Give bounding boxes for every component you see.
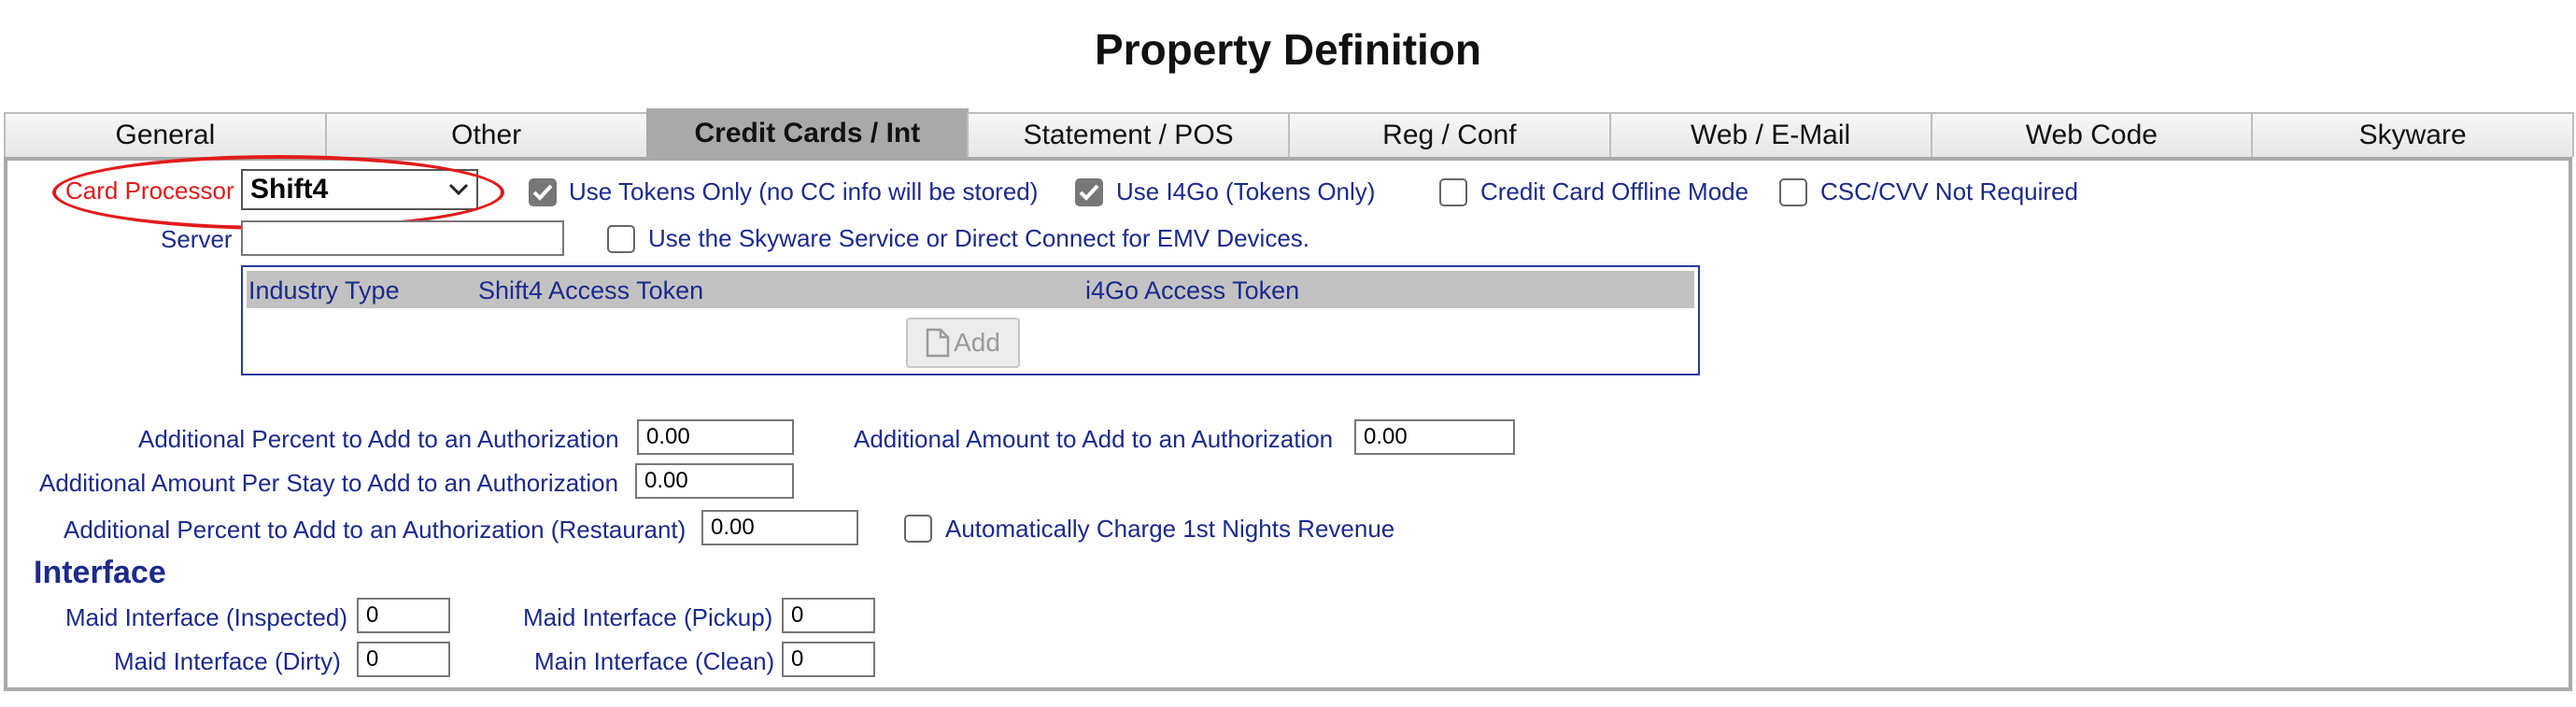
maid-pickup-label: Maid Interface (Pickup) bbox=[523, 603, 773, 631]
use-tokens-only-checkbox[interactable] bbox=[529, 178, 557, 206]
tab-general[interactable]: General bbox=[4, 112, 327, 157]
csc-not-required-checkbox[interactable] bbox=[1779, 178, 1807, 206]
main-clean-label: Main Interface (Clean) bbox=[534, 647, 775, 675]
tab-statement-pos[interactable]: Statement / POS bbox=[967, 112, 1290, 157]
auth-restaurant-input[interactable] bbox=[701, 510, 858, 545]
use-i4go-label: Use I4Go (Tokens Only) bbox=[1116, 177, 1376, 205]
auth-per-stay-label: Additional Amount Per Stay to Add to an … bbox=[39, 469, 619, 497]
tab-bar: General Other Credit Cards / Int Stateme… bbox=[4, 108, 2574, 159]
csc-not-required-label: CSC/CVV Not Required bbox=[1820, 177, 2078, 205]
auth-percent-input[interactable] bbox=[637, 419, 794, 455]
add-button-label: Add bbox=[954, 328, 1000, 357]
page-title: Property Definition bbox=[1094, 25, 1482, 74]
tab-reg-conf[interactable]: Reg / Conf bbox=[1288, 112, 1611, 157]
skyware-service-checkbox[interactable] bbox=[607, 225, 635, 253]
skyware-service-label: Use the Skyware Service or Direct Connec… bbox=[648, 224, 1310, 252]
token-table: Industry Type Shift4 Access Token i4Go A… bbox=[241, 265, 1700, 375]
card-processor-select[interactable]: Shift4 bbox=[241, 169, 478, 210]
maid-inspected-label: Maid Interface (Inspected) bbox=[65, 603, 348, 631]
tab-web-code[interactable]: Web Code bbox=[1930, 112, 2254, 157]
server-input[interactable] bbox=[241, 220, 564, 256]
auto-charge-checkbox[interactable] bbox=[904, 515, 932, 543]
maid-dirty-label: Maid Interface (Dirty) bbox=[114, 647, 341, 675]
tab-credit-cards[interactable]: Credit Cards / Int bbox=[645, 108, 970, 157]
use-i4go-checkbox[interactable] bbox=[1075, 178, 1103, 206]
server-label: Server bbox=[161, 225, 233, 253]
tab-other[interactable]: Other bbox=[324, 112, 648, 157]
maid-inspected-input[interactable] bbox=[357, 598, 450, 633]
main-clean-input[interactable] bbox=[782, 642, 875, 677]
tab-web-email[interactable]: Web / E-Mail bbox=[1608, 112, 1932, 157]
maid-dirty-input[interactable] bbox=[357, 642, 450, 677]
auth-per-stay-input[interactable] bbox=[635, 463, 794, 499]
checkmark-icon bbox=[532, 184, 553, 201]
offline-mode-checkbox[interactable] bbox=[1439, 178, 1467, 206]
interface-section-title: Interface bbox=[34, 555, 166, 590]
auth-amount-input[interactable] bbox=[1354, 419, 1515, 455]
column-industry-type: Industry Type bbox=[248, 276, 400, 304]
auth-restaurant-label: Additional Percent to Add to an Authoriz… bbox=[64, 516, 686, 544]
column-shift4-token: Shift4 Access Token bbox=[478, 276, 704, 304]
column-i4go-token: i4Go Access Token bbox=[1085, 276, 1300, 304]
token-table-header: Industry Type Shift4 Access Token i4Go A… bbox=[247, 271, 1694, 308]
auth-percent-label: Additional Percent to Add to an Authoriz… bbox=[138, 425, 619, 453]
document-icon bbox=[926, 328, 950, 358]
maid-pickup-input[interactable] bbox=[782, 598, 875, 633]
card-processor-value: Shift4 bbox=[250, 174, 329, 205]
add-token-button[interactable]: Add bbox=[906, 318, 1020, 368]
card-processor-label: Card Processor bbox=[65, 177, 234, 205]
use-tokens-only-label: Use Tokens Only (no CC info will be stor… bbox=[569, 177, 1039, 205]
chevron-down-icon bbox=[448, 183, 469, 196]
auto-charge-label: Automatically Charge 1st Nights Revenue bbox=[945, 515, 1395, 543]
offline-mode-label: Credit Card Offline Mode bbox=[1480, 177, 1749, 205]
checkmark-icon bbox=[1079, 184, 1099, 201]
tab-skyware[interactable]: Skyware bbox=[2251, 112, 2574, 157]
auth-amount-label: Additional Amount to Add to an Authoriza… bbox=[854, 425, 1334, 453]
